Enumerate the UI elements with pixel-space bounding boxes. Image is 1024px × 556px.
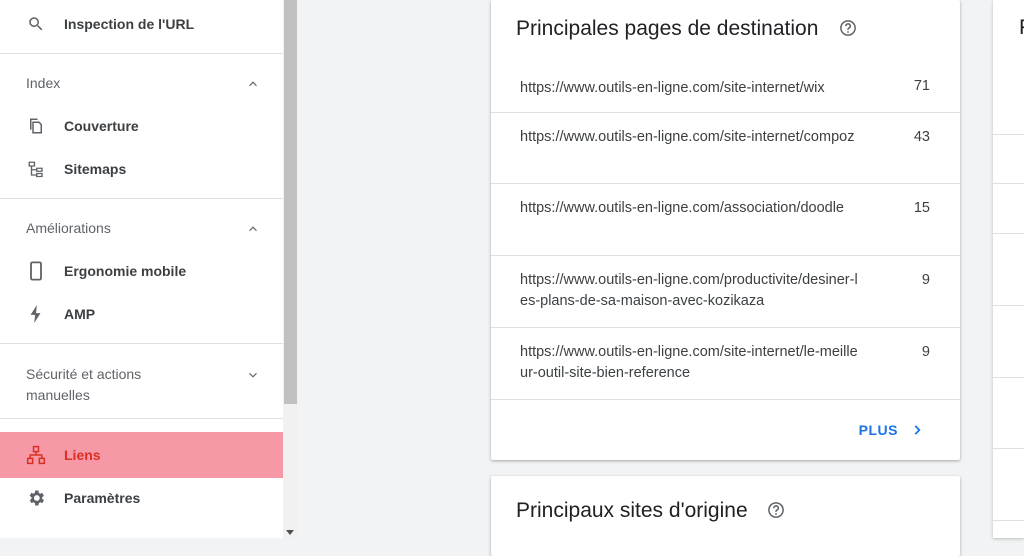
divider xyxy=(0,198,283,199)
table-row[interactable]: https://www.outils-en-ligne.com/associat… xyxy=(491,183,960,255)
sidebar-item-label: Sitemaps xyxy=(64,161,127,177)
sidebar-item-url-inspection[interactable]: Inspection de l'URL xyxy=(0,3,283,45)
section-title: Sécurité et actions manuelles xyxy=(26,366,142,403)
divider xyxy=(993,448,1024,449)
row-url: https://www.outils-en-ligne.com/site-int… xyxy=(520,344,858,381)
sidebar-item-label: Couverture xyxy=(64,118,139,134)
sidebar-item-mobile[interactable]: Ergonomie mobile xyxy=(0,250,283,292)
card-footer: PLUS xyxy=(491,399,960,460)
row-count: 9 xyxy=(921,344,930,360)
chevron-down-icon xyxy=(249,372,257,378)
divider xyxy=(993,305,1024,306)
divider xyxy=(993,520,1024,521)
top-origin-sites-card: Principaux sites d'origine xyxy=(491,476,960,556)
search-icon xyxy=(26,14,46,34)
divider xyxy=(0,418,283,419)
divider xyxy=(993,233,1024,234)
top-landing-pages-card: Principales pages de destination https:/… xyxy=(491,0,960,460)
help-icon[interactable] xyxy=(767,501,785,519)
section-header-security[interactable]: Sécurité et actions manuelles xyxy=(0,364,283,408)
scroll-down-arrow-icon[interactable] xyxy=(286,530,294,535)
card-title-partial: P xyxy=(1019,16,1024,40)
table-row[interactable]: https://www.outils-en-ligne.com/site-int… xyxy=(491,327,960,399)
sidebar-item-label: Inspection de l'URL xyxy=(64,16,195,32)
sitemap-icon xyxy=(26,159,46,179)
sidebar-item-settings[interactable]: Paramètres xyxy=(0,477,283,519)
smartphone-icon xyxy=(26,261,46,281)
divider xyxy=(993,377,1024,378)
more-button-label: PLUS xyxy=(858,422,898,438)
section-header-ameliorations[interactable]: Améliorations xyxy=(0,218,283,240)
sidebar: Inspection de l'URL Index Couverture Sit… xyxy=(0,0,283,538)
row-url: https://www.outils-en-ligne.com/producti… xyxy=(520,272,858,309)
row-count: 43 xyxy=(913,129,930,145)
row-count: 15 xyxy=(913,200,930,216)
table-row[interactable]: https://www.outils-en-ligne.com/site-int… xyxy=(491,112,960,183)
sidebar-item-label: Paramètres xyxy=(64,490,141,506)
row-count: 71 xyxy=(913,78,930,94)
sidebar-item-amp[interactable]: AMP xyxy=(0,293,283,335)
chevron-up-icon xyxy=(249,81,257,87)
right-partial-card: P xyxy=(993,0,1024,538)
row-url: https://www.outils-en-ligne.com/site-int… xyxy=(520,80,825,96)
divider xyxy=(993,183,1024,184)
section-header-index[interactable]: Index xyxy=(0,73,283,95)
help-icon[interactable] xyxy=(839,19,857,37)
row-url: https://www.outils-en-ligne.com/site-int… xyxy=(520,129,855,145)
section-title: Index xyxy=(26,75,61,91)
gear-icon xyxy=(26,488,46,508)
lightning-icon xyxy=(26,304,46,324)
sidebar-item-label: Liens xyxy=(64,447,101,463)
sidebar-item-label: Ergonomie mobile xyxy=(64,263,187,279)
chevron-up-icon xyxy=(249,226,257,232)
row-url: https://www.outils-en-ligne.com/associat… xyxy=(520,200,844,216)
table-row[interactable]: https://www.outils-en-ligne.com/producti… xyxy=(491,255,960,327)
more-button[interactable]: PLUS xyxy=(859,422,924,438)
chevron-right-icon xyxy=(914,425,921,435)
sidebar-item-links[interactable]: Liens xyxy=(0,432,283,478)
table-row[interactable]: https://www.outils-en-ligne.com/site-int… xyxy=(491,65,960,111)
sidebar-item-coverage[interactable]: Couverture xyxy=(0,105,283,147)
copy-pages-icon xyxy=(26,116,46,136)
sidebar-item-label: AMP xyxy=(64,306,96,322)
sidebar-item-sitemaps[interactable]: Sitemaps xyxy=(0,148,283,190)
card-title: Principales pages de destination xyxy=(516,17,819,40)
divider xyxy=(0,53,283,54)
section-title: Améliorations xyxy=(26,220,111,236)
sidebar-scrollbar[interactable] xyxy=(283,0,298,538)
scrollbar-thumb[interactable] xyxy=(284,0,297,404)
divider xyxy=(993,134,1024,135)
card-title: Principaux sites d'origine xyxy=(516,499,748,522)
link-hierarchy-icon xyxy=(26,445,46,465)
divider xyxy=(0,343,283,344)
row-count: 9 xyxy=(921,272,930,288)
